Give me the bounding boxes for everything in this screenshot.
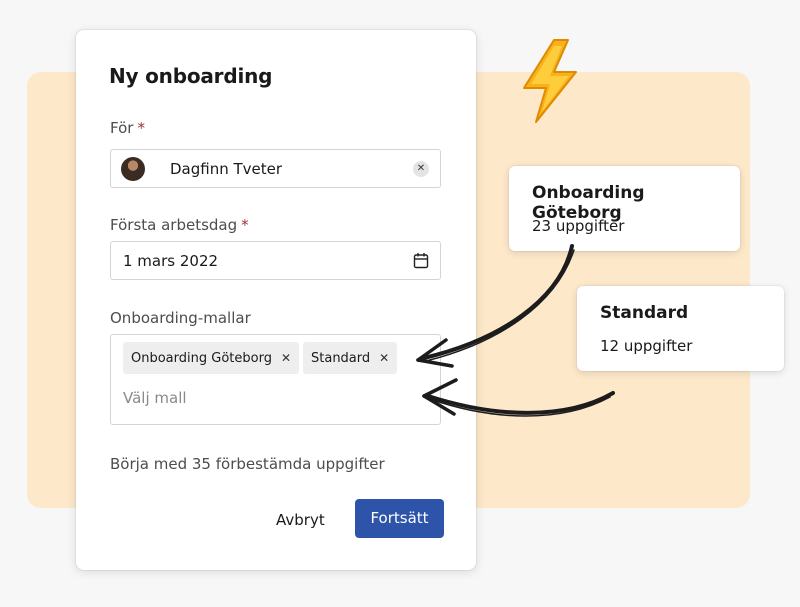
- card-subtitle: 12 uppgifter: [600, 337, 693, 355]
- templates-placeholder[interactable]: Välj mall: [123, 389, 187, 407]
- template-card-goteborg[interactable]: Onboarding Göteborg 23 uppgifter: [509, 166, 740, 251]
- card-subtitle: 23 uppgifter: [532, 217, 625, 235]
- template-chip-label: Onboarding Göteborg: [131, 351, 272, 366]
- template-chip-label: Standard: [311, 351, 371, 366]
- required-mark: *: [241, 216, 249, 234]
- close-icon[interactable]: ✕: [379, 351, 389, 365]
- required-mark: *: [137, 119, 145, 137]
- templates-label: Onboarding-mallar: [110, 309, 251, 327]
- template-chip: Standard ✕: [303, 342, 398, 374]
- for-label: För *: [110, 119, 145, 137]
- template-card-standard[interactable]: Standard 12 uppgifter: [577, 286, 784, 371]
- first-day-label: Första arbetsdag *: [110, 216, 249, 234]
- avatar: [121, 157, 145, 181]
- dialog-title: Ny onboarding: [109, 64, 273, 88]
- first-day-input[interactable]: 1 mars 2022: [110, 241, 441, 280]
- calendar-icon[interactable]: [413, 252, 429, 269]
- first-day-value: 1 mars 2022: [123, 252, 219, 270]
- person-name: Dagfinn Tveter: [170, 160, 283, 178]
- close-icon[interactable]: ✕: [281, 351, 291, 365]
- template-chip: Onboarding Göteborg ✕: [123, 342, 300, 374]
- person-select[interactable]: Dagfinn Tveter ✕: [110, 149, 441, 188]
- cancel-button[interactable]: Avbryt: [276, 511, 325, 529]
- card-title: Standard: [600, 303, 689, 323]
- templates-multiselect[interactable]: Onboarding Göteborg ✕ Standard ✕ Välj mall: [110, 334, 441, 425]
- lightning-icon: [523, 39, 577, 123]
- hint-text: Börja med 35 förbestämda uppgifter: [110, 455, 385, 473]
- new-onboarding-dialog: Ny onboarding För * Dagfinn Tveter ✕ Förs…: [76, 30, 476, 570]
- continue-button[interactable]: Fortsätt: [355, 499, 444, 538]
- clear-icon[interactable]: ✕: [413, 161, 429, 177]
